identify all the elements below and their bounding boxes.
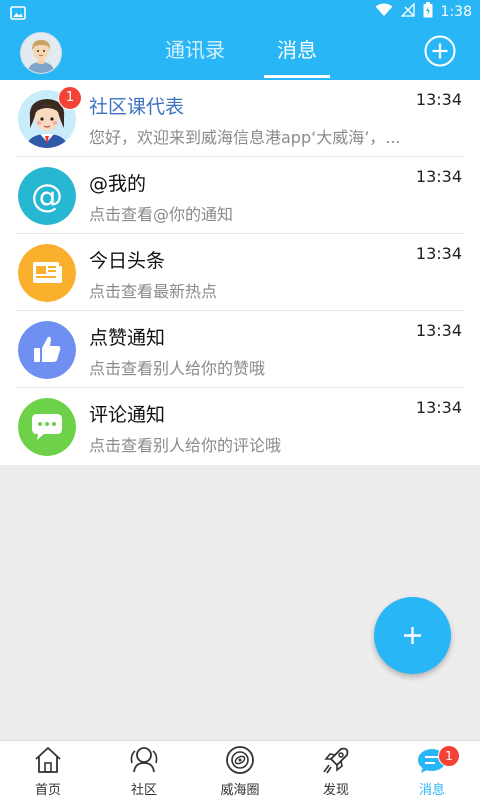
- message-time: 13:34: [415, 321, 462, 340]
- nav-label: 发现: [322, 783, 349, 798]
- message-preview: 点击查看@你的通知: [89, 205, 234, 224]
- app-header: 通讯录 消息: [0, 24, 480, 80]
- nav-label: 社区: [130, 783, 157, 798]
- status-bar: 1:38: [0, 0, 480, 24]
- message-row-mentions[interactable]: @ @我的 点击查看@你的通知 13:34: [0, 157, 480, 234]
- nav-label: 首页: [34, 783, 61, 798]
- nav-messages[interactable]: 1 消息: [384, 741, 480, 801]
- status-time: 1:38: [440, 4, 472, 20]
- message-row-headlines[interactable]: 今日头条 点击查看最新热点 13:34: [0, 234, 480, 311]
- svg-text:@: @: [31, 177, 63, 215]
- message-title: 社区课代表: [89, 96, 185, 118]
- battery-icon: [423, 2, 433, 22]
- message-row-likes[interactable]: 点赞通知 点击查看别人给你的赞哦 13:34: [0, 311, 480, 388]
- nav-community[interactable]: 社区: [96, 741, 192, 801]
- message-title: 今日头条: [89, 250, 166, 272]
- message-preview: 点击查看别人给你的评论哦: [89, 436, 282, 455]
- user-avatar[interactable]: [20, 32, 62, 74]
- nav-weihai-circle[interactable]: 威海圈: [192, 741, 288, 801]
- home-icon: [35, 747, 61, 773]
- plus-circle-icon: [424, 35, 456, 67]
- message-time: 13:34: [415, 398, 462, 417]
- no-signal-icon: [399, 2, 415, 21]
- tab-contacts[interactable]: 通讯录: [150, 24, 240, 80]
- chat-bubble-icon: [18, 398, 76, 456]
- nav-label: 威海圈: [220, 783, 260, 798]
- message-row-community-rep[interactable]: 1 社区课代表 您好，欢迎来到威海信息港app‘大威海’，... 13:34: [0, 80, 480, 157]
- rocket-icon: [323, 747, 349, 774]
- message-row-comments[interactable]: 评论通知 点击查看别人给你的评论哦 13:34: [0, 388, 480, 465]
- nav-home[interactable]: 首页: [0, 741, 96, 801]
- wifi-icon: [375, 3, 393, 21]
- message-title: 评论通知: [89, 404, 166, 426]
- unread-badge: 1: [58, 86, 82, 110]
- message-title: @我的: [89, 173, 147, 195]
- active-tab-indicator: [264, 75, 330, 78]
- plus-icon: [404, 627, 421, 644]
- message-time: 13:34: [415, 244, 462, 263]
- at-icon: @: [18, 167, 76, 225]
- compose-fab[interactable]: [374, 597, 451, 674]
- bottom-nav: 首页 社区 威海圈 发现 1 消息: [0, 740, 480, 801]
- message-title: 点赞通知: [89, 327, 166, 349]
- message-time: 13:34: [415, 90, 462, 109]
- nav-discover[interactable]: 发现: [288, 741, 384, 801]
- nav-unread-badge: 1: [438, 745, 460, 767]
- nav-label: 消息: [418, 783, 445, 798]
- message-time: 13:34: [415, 167, 462, 186]
- add-button[interactable]: [424, 35, 456, 67]
- message-preview: 点击查看最新热点: [89, 282, 218, 301]
- message-preview: 点击查看别人给你的赞哦: [89, 359, 266, 378]
- thumbs-up-icon: [18, 321, 76, 379]
- gallery-icon: [10, 5, 26, 24]
- message-preview: 您好，欢迎来到威海信息港app‘大威海’，...: [89, 128, 401, 147]
- circle-icon: [226, 746, 254, 774]
- message-list: 1 社区课代表 您好，欢迎来到威海信息港app‘大威海’，... 13:34 @…: [0, 80, 480, 465]
- community-icon: [130, 747, 158, 773]
- tab-messages[interactable]: 消息: [264, 24, 330, 80]
- newspaper-icon: [18, 244, 76, 302]
